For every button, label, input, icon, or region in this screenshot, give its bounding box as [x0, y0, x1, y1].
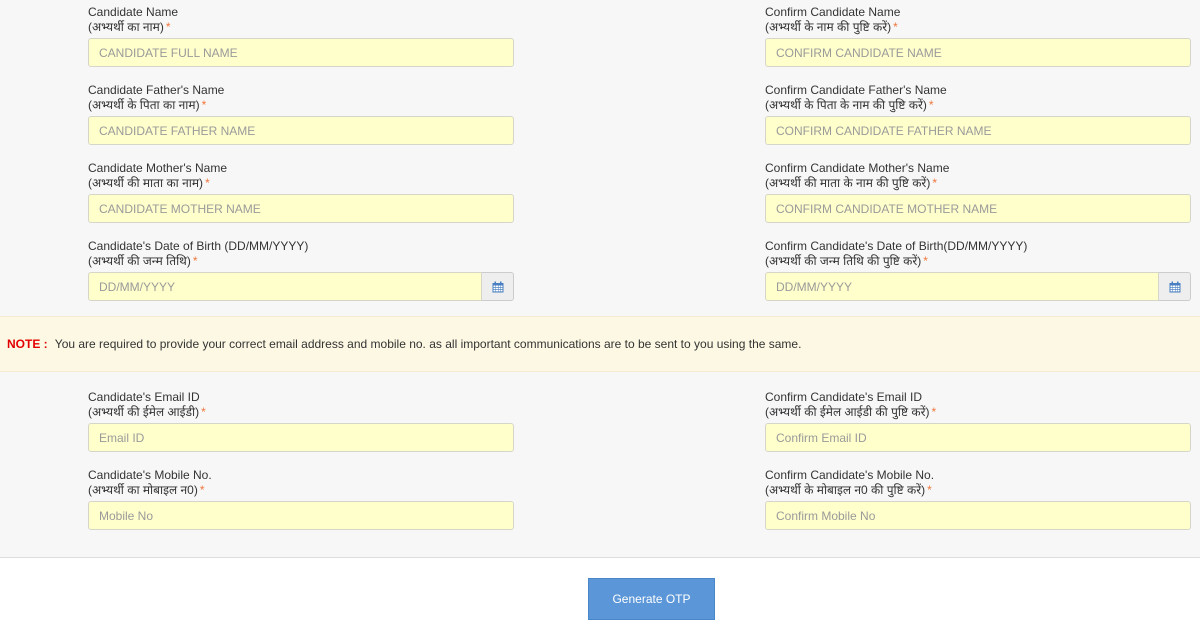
confirm-candidate-name-label-hindi: (अभ्यर्थी के नाम की पुष्टि करें) *	[765, 20, 1191, 35]
father-name-group: Candidate Father's Name (अभ्यर्थी के पित…	[88, 83, 514, 145]
dob-input-group	[88, 272, 514, 301]
note-banner: NOTE : You are required to provide your …	[0, 316, 1200, 372]
dob-calendar-button[interactable]	[482, 272, 514, 301]
confirm-email-label-hindi: (अभ्यर्थी की ईमेल आईडी की पुष्टि करें) *	[765, 405, 1191, 420]
confirm-mother-name-label: Confirm Candidate Mother's Name	[765, 161, 950, 175]
required-marker: *	[931, 405, 937, 419]
hindi-text: (अभ्यर्थी की जन्म तिथि की पुष्टि करें)	[765, 254, 922, 268]
required-marker: *	[165, 20, 171, 34]
hindi-text: (अभ्यर्थी की ईमेल आईडी)	[88, 405, 200, 419]
confirm-dob-input-group	[765, 272, 1191, 301]
required-marker: *	[893, 20, 898, 34]
confirm-candidate-name-input[interactable]	[765, 38, 1191, 67]
candidate-name-group: Candidate Name (अभ्यर्थी का नाम) *	[88, 5, 514, 67]
note-message: You are required to provide your correct…	[54, 337, 802, 351]
hindi-text: (अभ्यर्थी के नाम की पुष्टि करें)	[765, 20, 892, 34]
required-marker: *	[201, 405, 206, 419]
father-name-input[interactable]	[88, 116, 514, 145]
note-label: NOTE :	[7, 337, 48, 351]
note-text-wrapper: NOTE : You are required to provide your …	[7, 337, 801, 351]
hindi-text: (अभ्यर्थी के पिता के नाम की पुष्टि करें)	[765, 98, 927, 112]
confirm-father-name-group: Confirm Candidate Father's Name (अभ्यर्थ…	[765, 83, 1191, 145]
father-name-label-hindi: (अभ्यर्थी के पिता का नाम) *	[88, 98, 514, 113]
hindi-text: (अभ्यर्थी की माता के नाम की पुष्टि करें)	[765, 176, 931, 190]
confirm-mobile-label: Confirm Candidate's Mobile No.	[765, 468, 935, 482]
confirm-email-input[interactable]	[765, 423, 1191, 452]
hindi-text: (अभ्यर्थी की माता का नाम)	[88, 176, 204, 190]
required-marker: *	[928, 98, 934, 112]
confirm-father-name-label-hindi: (अभ्यर्थी के पिता के नाम की पुष्टि करें)…	[765, 98, 1191, 113]
hindi-text: (अभ्यर्थी की जन्म तिथि)	[88, 254, 191, 268]
mobile-label: Candidate's Mobile No.	[88, 468, 212, 482]
confirm-mother-name-group: Confirm Candidate Mother's Name (अभ्यर्थ…	[765, 161, 1191, 223]
email-input[interactable]	[88, 423, 514, 452]
required-marker: *	[201, 98, 207, 112]
dob-label: Candidate's Date of Birth (DD/MM/YYYY)	[88, 239, 309, 253]
dob-input[interactable]	[88, 272, 482, 301]
mobile-input[interactable]	[88, 501, 514, 530]
mobile-label-hindi: (अभ्यर्थी का मोबाइल न0) *	[88, 483, 514, 498]
generate-otp-button[interactable]: Generate OTP	[588, 578, 715, 620]
confirm-dob-calendar-button[interactable]	[1159, 272, 1191, 301]
confirm-mobile-label-hindi: (अभ्यर्थी के मोबाइल न0 की पुष्टि करें) *	[765, 483, 1191, 498]
mother-name-input[interactable]	[88, 194, 514, 223]
confirm-email-group: Confirm Candidate's Email ID (अभ्यर्थी क…	[765, 390, 1191, 452]
mother-name-group: Candidate Mother's Name (अभ्यर्थी की मात…	[88, 161, 514, 223]
confirm-email-label: Confirm Candidate's Email ID	[765, 390, 923, 404]
confirm-candidate-name-label: Confirm Candidate Name	[765, 5, 901, 19]
mother-name-label-hindi: (अभ्यर्थी की माता का नाम) *	[88, 176, 514, 191]
confirm-mobile-input[interactable]	[765, 501, 1191, 530]
dob-group: Candidate's Date of Birth (DD/MM/YYYY) (…	[88, 239, 514, 301]
hindi-text: (अभ्यर्थी के पिता का नाम)	[88, 98, 200, 112]
confirm-dob-label-hindi: (अभ्यर्थी की जन्म तिथि की पुष्टि करें) *	[765, 254, 1191, 269]
confirm-mother-name-label-hindi: (अभ्यर्थी की माता के नाम की पुष्टि करें)…	[765, 176, 1191, 191]
confirm-dob-group: Confirm Candidate's Date of Birth(DD/MM/…	[765, 239, 1191, 301]
calendar-icon	[492, 281, 503, 292]
confirm-father-name-input[interactable]	[765, 116, 1191, 145]
confirm-father-name-label: Confirm Candidate Father's Name	[765, 83, 947, 97]
hindi-text: (अभ्यर्थी के मोबाइल न0 की पुष्टि करें)	[765, 483, 926, 497]
required-marker: *	[927, 483, 932, 497]
hindi-text: (अभ्यर्थी का मोबाइल न0)	[88, 483, 198, 497]
candidate-name-label: Candidate Name	[88, 5, 179, 19]
required-marker: *	[192, 254, 198, 268]
email-label: Candidate's Email ID	[88, 390, 200, 404]
confirm-mother-name-input[interactable]	[765, 194, 1191, 223]
dob-label-hindi: (अभ्यर्थी की जन्म तिथि) *	[88, 254, 514, 269]
hindi-text: (अभ्यर्थी का नाम)	[88, 20, 164, 34]
candidate-name-label-hindi: (अभ्यर्थी का नाम) *	[88, 20, 514, 35]
mobile-group: Candidate's Mobile No. (अभ्यर्थी का मोबा…	[88, 468, 514, 530]
confirm-dob-label: Confirm Candidate's Date of Birth(DD/MM/…	[765, 239, 1028, 253]
calendar-icon	[1169, 281, 1180, 292]
required-marker: *	[199, 483, 205, 497]
required-marker: *	[932, 176, 937, 190]
hindi-text: (अभ्यर्थी की ईमेल आईडी की पुष्टि करें)	[765, 405, 930, 419]
confirm-mobile-group: Confirm Candidate's Mobile No. (अभ्यर्थी…	[765, 468, 1191, 530]
candidate-name-input[interactable]	[88, 38, 514, 67]
confirm-candidate-name-group: Confirm Candidate Name (अभ्यर्थी के नाम …	[765, 5, 1191, 67]
mother-name-label: Candidate Mother's Name	[88, 161, 228, 175]
email-group: Candidate's Email ID (अभ्यर्थी की ईमेल आ…	[88, 390, 514, 452]
confirm-dob-input[interactable]	[765, 272, 1159, 301]
email-label-hindi: (अभ्यर्थी की ईमेल आईडी) *	[88, 405, 514, 420]
father-name-label: Candidate Father's Name	[88, 83, 225, 97]
required-marker: *	[923, 254, 928, 268]
required-marker: *	[205, 176, 210, 190]
